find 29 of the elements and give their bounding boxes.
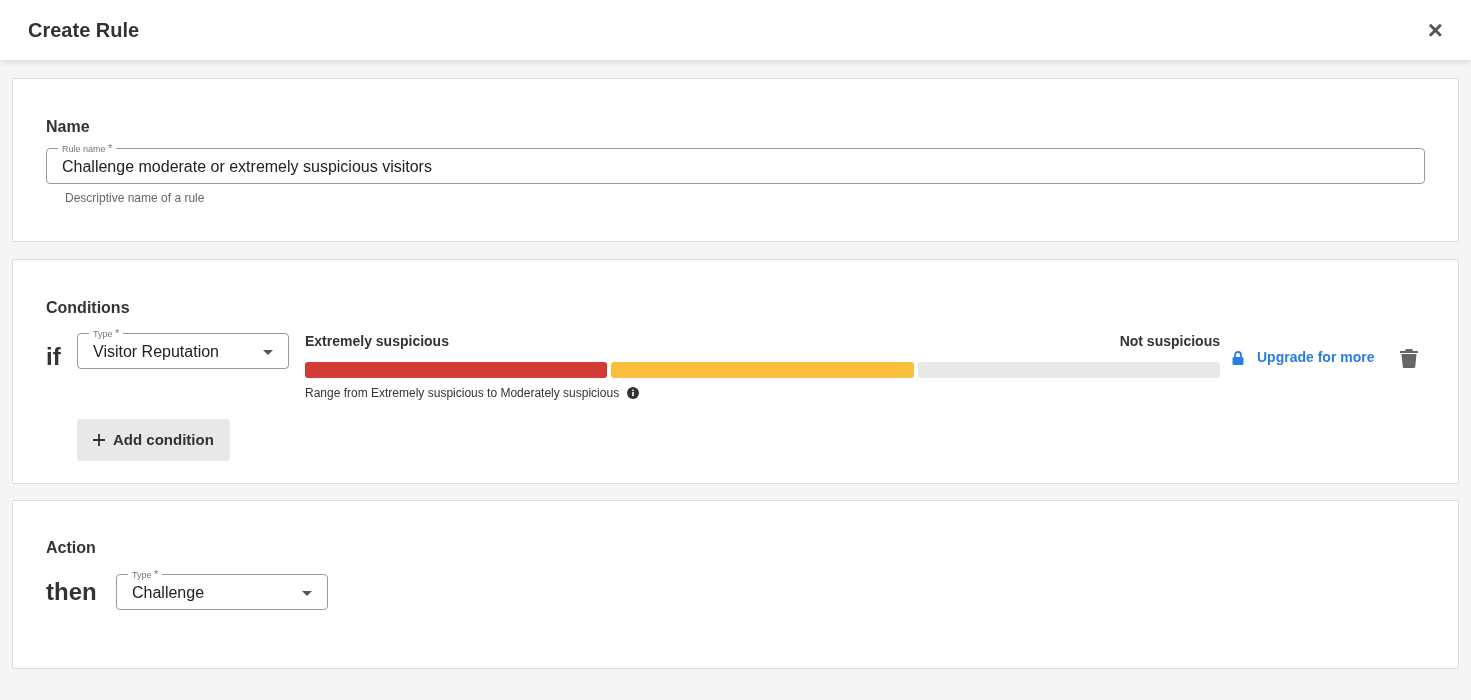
field-value: Challenge moderate or extremely suspicious visitors (62, 157, 433, 177)
helper-text: Descriptive name of a rule (65, 190, 206, 207)
then-keyword: then (46, 577, 98, 607)
info-icon (627, 387, 640, 399)
field-label: Type * (131, 569, 160, 580)
field-value: Challenge (132, 583, 206, 603)
close-button[interactable]: × (1427, 17, 1443, 43)
section-heading: Name (46, 117, 91, 137)
range-bar[interactable] (305, 362, 1220, 378)
dialog-title: Create Rule (28, 18, 140, 43)
section-heading: Conditions (46, 298, 131, 318)
dropdown-caret-icon (263, 349, 273, 355)
range-end-label: Not suspicious (1119, 332, 1220, 351)
condition-type-select[interactable]: Type * Visitor Reputation (77, 328, 289, 369)
trash-icon[interactable] (1400, 347, 1419, 368)
if-keyword: if (46, 342, 62, 372)
plus-icon (93, 434, 105, 446)
section-heading: Action (46, 538, 97, 558)
action-type-select[interactable]: Type * Challenge (116, 569, 328, 610)
dropdown-caret-icon (302, 590, 312, 596)
upgrade-link[interactable]: Upgrade for more (1257, 347, 1375, 368)
range-caption: Range from Extremely suspicious to Moderately suspicious (305, 385, 620, 402)
add-condition-button[interactable]: Add condition (77, 419, 230, 461)
field-value: Visitor Reputation (93, 342, 220, 362)
field-label: Rule name * (61, 143, 114, 154)
field-label: Type * (92, 328, 121, 339)
range-start-label: Extremely suspicious (305, 332, 449, 351)
lock-icon (1232, 350, 1244, 365)
rule-name-field[interactable]: Rule name * Challenge moderate or extremely suspicious visitors (46, 143, 1425, 184)
